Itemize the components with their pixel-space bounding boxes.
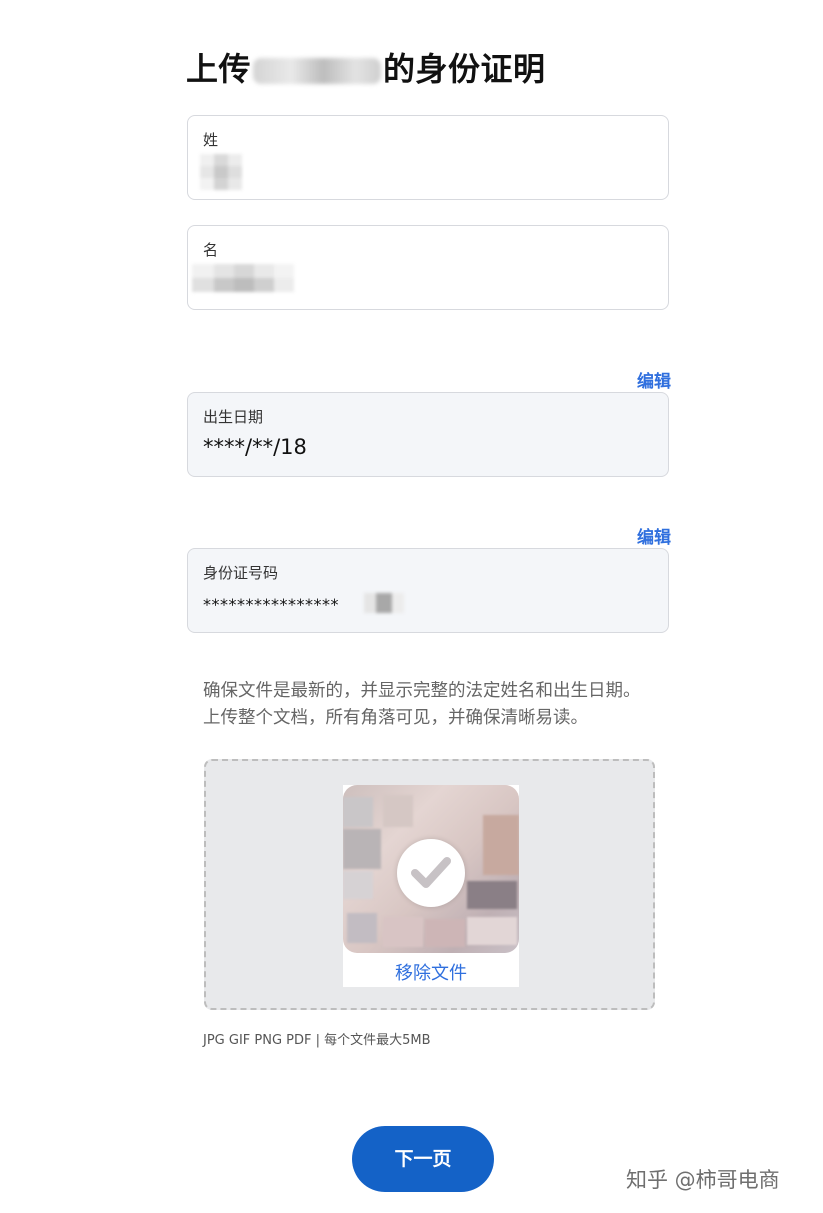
id-number-value: **************** (203, 595, 339, 614)
upload-id-page: 上传 的身份证明 姓 名 编辑 出生日期 ****/**/18 编辑 身份证号码 … (0, 0, 823, 1213)
instruction-line-1: 确保文件是最新的，并显示完整的法定姓名和出生日期。 (203, 681, 641, 701)
first-name-label: 名 (203, 241, 219, 259)
remove-file-link[interactable]: 移除文件 (343, 959, 519, 985)
title-prefix: 上传 (186, 50, 252, 88)
page-title: 上传 的身份证明 (186, 44, 546, 90)
id-number-field: 身份证号码 **************** (187, 548, 669, 633)
redacted-name (253, 58, 382, 84)
redacted-last-name (200, 154, 242, 190)
file-dropzone[interactable]: 移除文件 (204, 759, 655, 1010)
redacted-first-name (192, 264, 294, 292)
file-formats-note: JPG GIF PNG PDF | 每个文件最大5MB (203, 1033, 431, 1048)
edit-id-number-link[interactable]: 编辑 (637, 523, 671, 548)
birth-date-label: 出生日期 (203, 408, 264, 426)
birth-date-field: 出生日期 ****/**/18 (187, 392, 669, 477)
check-icon (397, 839, 465, 907)
next-page-button[interactable]: 下一页 (352, 1126, 494, 1192)
edit-birth-date-link[interactable]: 编辑 (637, 367, 671, 392)
id-number-label: 身份证号码 (203, 564, 279, 582)
title-suffix: 的身份证明 (383, 50, 546, 88)
uploaded-file-card: 移除文件 (343, 785, 519, 987)
instruction-line-2: 上传整个文档，所有角落可见，并确保清晰易读。 (203, 708, 588, 728)
redacted-id-digits (364, 593, 404, 613)
watermark: 知乎 @柿哥电商 (626, 1168, 780, 1192)
birth-date-value: ****/**/18 (203, 435, 307, 459)
last-name-field[interactable]: 姓 (187, 115, 669, 200)
first-name-field[interactable]: 名 (187, 225, 669, 310)
last-name-label: 姓 (203, 131, 219, 149)
document-thumbnail (343, 785, 519, 953)
upload-instructions: 确保文件是最新的，并显示完整的法定姓名和出生日期。 上传整个文档，所有角落可见，… (203, 678, 653, 732)
